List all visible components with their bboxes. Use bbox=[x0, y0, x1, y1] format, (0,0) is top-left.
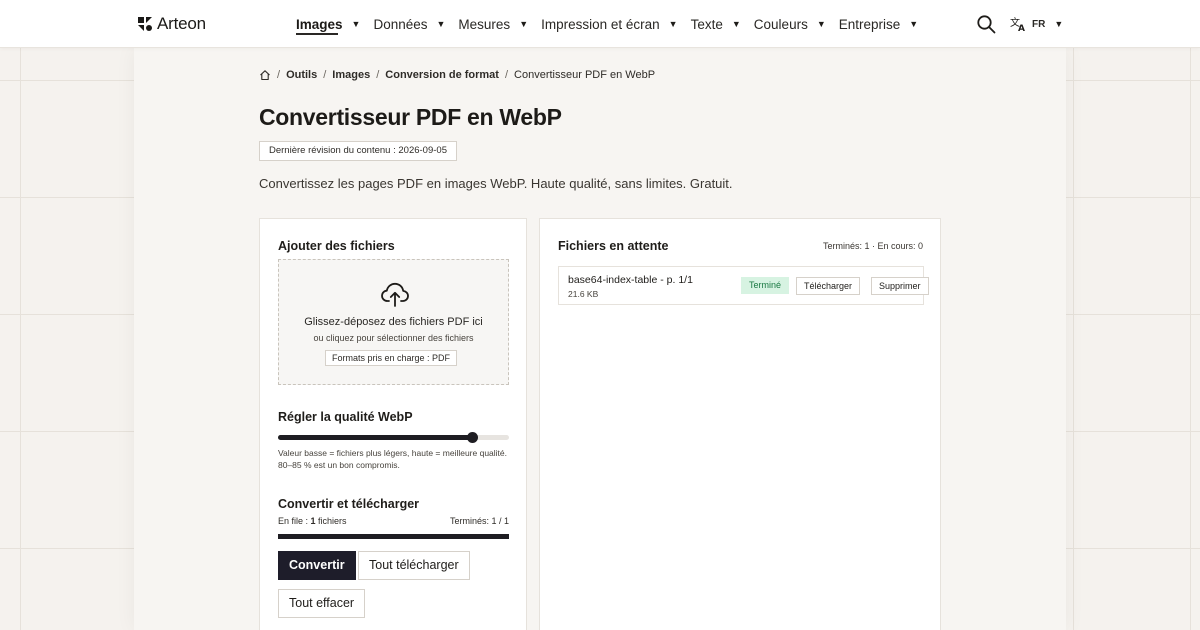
language-code: FR bbox=[1032, 18, 1046, 30]
nav-item-mesures[interactable]: Mesures ▼ bbox=[458, 0, 528, 48]
home-icon[interactable] bbox=[259, 69, 271, 81]
list-item: base64-index-table - p. 1/1 21.6 KB Term… bbox=[558, 266, 929, 305]
translate-icon: 文 A bbox=[1010, 16, 1025, 32]
breadcrumb-separator: / bbox=[323, 69, 327, 81]
clear-all-button[interactable]: Tout effacer bbox=[278, 589, 366, 618]
pending-files-title: Fichiers en attente bbox=[558, 239, 669, 253]
arteon-logo-icon bbox=[138, 17, 152, 31]
quality-slider[interactable] bbox=[278, 432, 509, 443]
caret-down-icon: ▼ bbox=[816, 19, 826, 29]
search-icon[interactable] bbox=[976, 14, 996, 34]
caret-down-icon: ▼ bbox=[436, 19, 446, 29]
nav-item-label: Impression et écran bbox=[541, 16, 660, 32]
dropzone-subtitle: ou cliquez pour sélectionner des fichier… bbox=[313, 333, 474, 343]
nav-item-label: Données bbox=[373, 16, 428, 32]
nav-item-couleurs[interactable]: Couleurs ▼ bbox=[754, 0, 826, 48]
convert-section-title: Convertir et télécharger bbox=[278, 497, 420, 511]
convert-button[interactable]: Convertir bbox=[278, 551, 356, 580]
main-nav: Images ▼ Données ▼ Mesures ▼ Impression … bbox=[296, 0, 931, 48]
file-dropzone[interactable]: Glissez-déposez des fichiers PDF ici ou … bbox=[278, 259, 509, 385]
breadcrumb-link-conversion[interactable]: Conversion de format bbox=[385, 69, 499, 81]
nav-item-texte[interactable]: Texte ▼ bbox=[691, 0, 741, 48]
quality-help-text: Valeur basse = fichiers plus légers, hau… bbox=[278, 448, 507, 470]
delete-file-button[interactable]: Supprimer bbox=[871, 277, 929, 295]
file-counters: Terminés: 1 · En cours: 0 bbox=[822, 241, 923, 251]
quality-slider-thumb[interactable] bbox=[467, 432, 479, 443]
main-content: / Outils / Images / Conversion de format… bbox=[134, 48, 1066, 630]
nav-item-impression[interactable]: Impression et écran ▼ bbox=[541, 0, 677, 48]
breadcrumb-current: Convertisseur PDF en WebP bbox=[514, 69, 656, 81]
page-description: Convertissez les pages PDF en images Web… bbox=[259, 176, 733, 191]
pending-files-card: Fichiers en attente Terminés: 1 · En cou… bbox=[539, 218, 941, 630]
cloud-upload-icon bbox=[381, 282, 409, 307]
language-selector[interactable]: 文 A FR ▼ bbox=[1010, 14, 1063, 34]
breadcrumb-separator: / bbox=[504, 69, 509, 81]
breadcrumb-separator: / bbox=[376, 69, 380, 81]
converter-controls-card: Ajouter des fichiers Glissez-déposez des… bbox=[259, 218, 527, 630]
caret-down-icon: ▼ bbox=[1054, 19, 1064, 29]
caret-down-icon: ▼ bbox=[668, 19, 678, 29]
nav-item-entreprise[interactable]: Entreprise ▼ bbox=[839, 0, 918, 48]
brand-logo-link[interactable]: Arteon bbox=[137, 14, 206, 34]
nav-item-label: Images bbox=[296, 16, 343, 32]
nav-item-label: Mesures bbox=[458, 16, 511, 32]
page-title: Convertisseur PDF en WebP bbox=[259, 104, 562, 130]
revision-badge: Dernière révision du contenu : 2026-09-0… bbox=[259, 141, 457, 161]
caret-down-icon: ▼ bbox=[731, 19, 741, 29]
queue-prefix: En file : bbox=[278, 516, 311, 526]
caret-down-icon: ▼ bbox=[351, 19, 361, 29]
breadcrumb: / Outils / Images / Conversion de format… bbox=[259, 69, 655, 81]
conversion-progress-bar bbox=[278, 534, 509, 539]
file-name: base64-index-table - p. 1/1 bbox=[568, 274, 693, 286]
quality-slider-fill bbox=[278, 435, 473, 440]
breadcrumb-link-outils[interactable]: Outils bbox=[286, 69, 317, 81]
status-badge: Terminé bbox=[741, 277, 790, 294]
quality-section-title: Régler la qualité WebP bbox=[278, 410, 413, 424]
nav-item-label: Couleurs bbox=[753, 16, 808, 32]
caret-down-icon: ▼ bbox=[909, 19, 919, 29]
breadcrumb-link-images[interactable]: Images bbox=[332, 69, 370, 81]
conversion-progress-fill bbox=[278, 534, 509, 539]
breadcrumb-separator: / bbox=[277, 69, 281, 81]
caret-down-icon: ▼ bbox=[519, 19, 529, 29]
top-navigation-bar: Arteon Images ▼ Données ▼ Mesures ▼ Impr… bbox=[0, 0, 1200, 48]
done-counter: Terminés: 1 / 1 bbox=[449, 516, 509, 526]
svg-text:A: A bbox=[1018, 24, 1025, 32]
file-size: 21.6 KB bbox=[568, 289, 599, 299]
queue-suffix: fichiers bbox=[315, 516, 347, 526]
nav-item-label: Texte bbox=[690, 16, 723, 32]
nav-item-donnees[interactable]: Données ▼ bbox=[373, 0, 445, 48]
queue-status-row: En file : 1 fichiers Terminés: 1 / 1 bbox=[278, 516, 509, 526]
nav-item-images[interactable]: Images ▼ bbox=[296, 0, 360, 48]
download-all-button[interactable]: Tout télécharger bbox=[358, 551, 470, 580]
upload-section-title: Ajouter des fichiers bbox=[278, 239, 395, 253]
download-file-button[interactable]: Télécharger bbox=[796, 277, 861, 295]
dropzone-title: Glissez-déposez des fichiers PDF ici bbox=[304, 316, 483, 328]
supported-formats-badge: Formats pris en charge : PDF bbox=[325, 350, 458, 366]
brand-name: Arteon bbox=[157, 14, 206, 33]
nav-item-label: Entreprise bbox=[838, 16, 901, 32]
